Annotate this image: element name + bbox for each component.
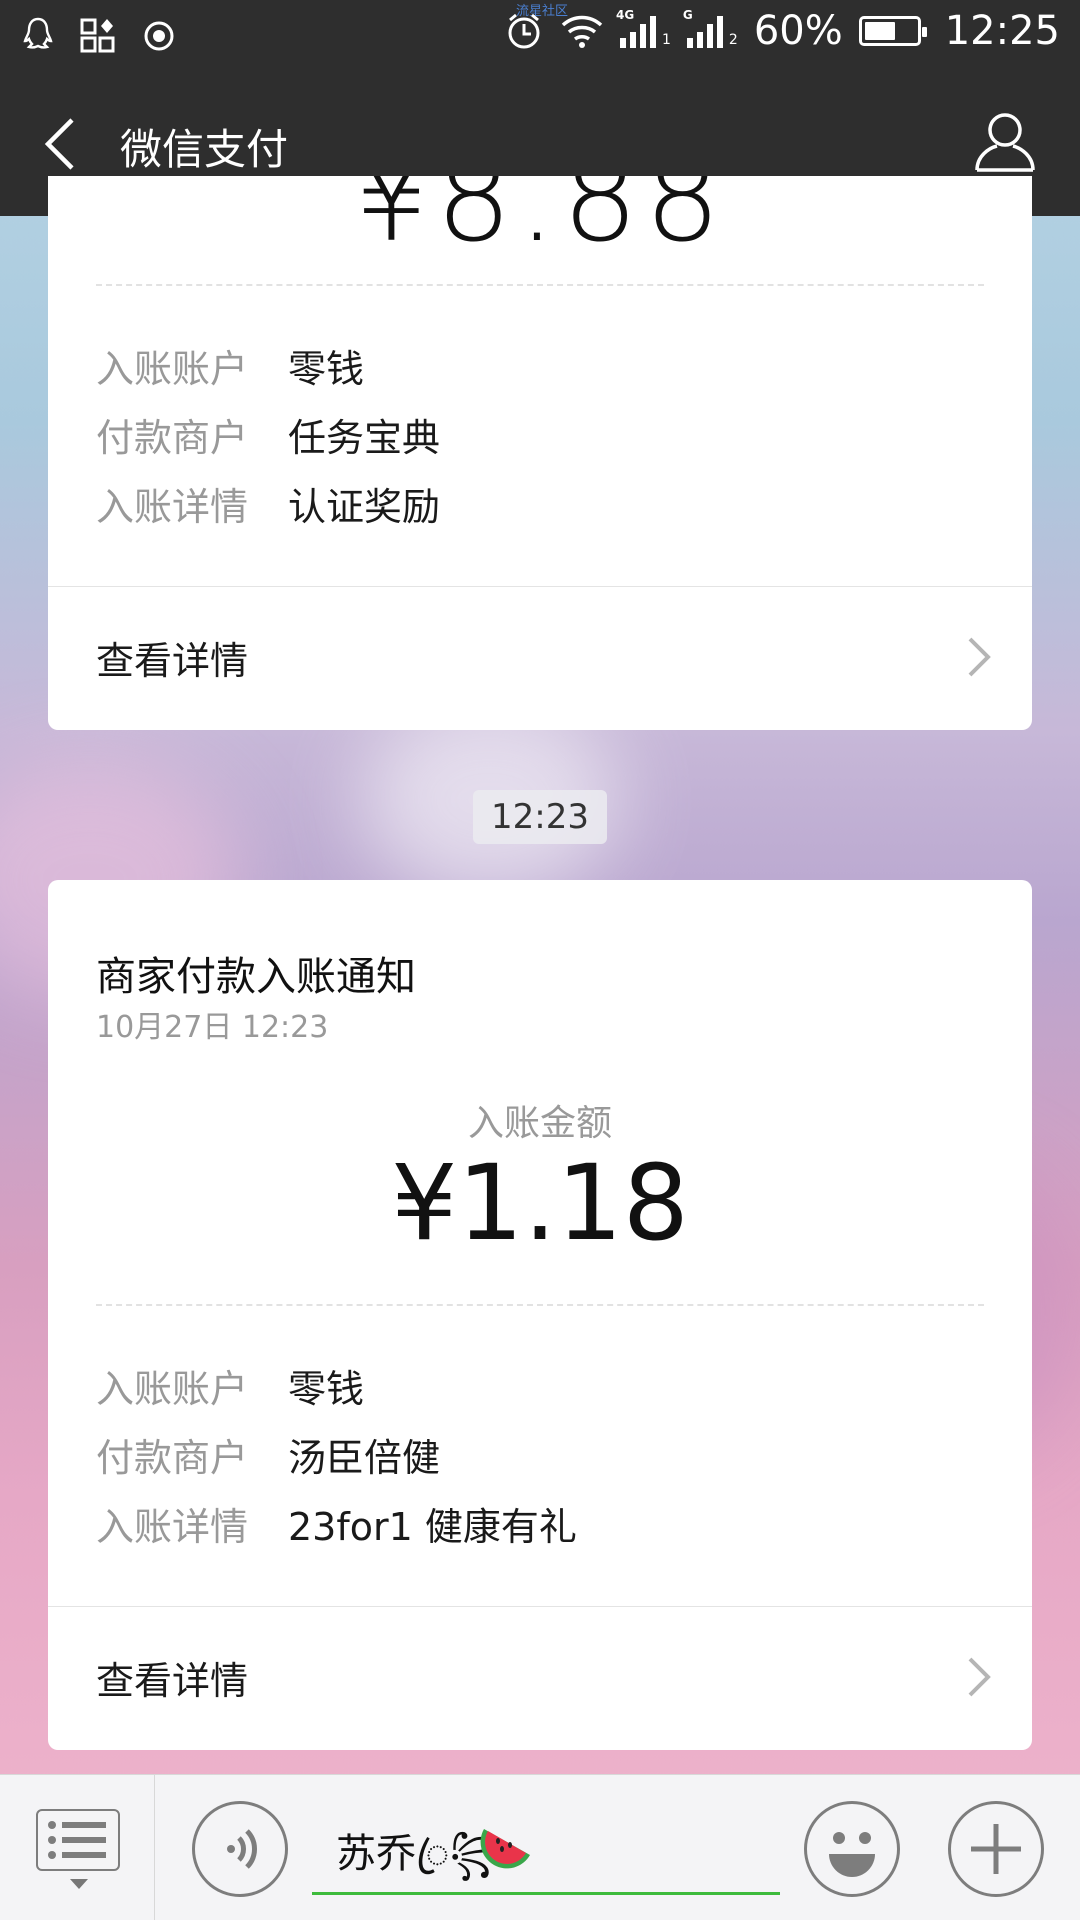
network-type-label: 4G [615,8,635,22]
payment-card: 商家付款入账通知 10月27日 12:23 入账金额 ¥1.18 入账账户 零钱… [48,880,1032,1750]
network-type-label: G [682,8,693,22]
back-arrow-icon[interactable] [38,116,88,172]
info-key: 入账详情 [96,485,249,529]
info-row: 入账账户 零钱 [96,338,364,393]
info-key: 入账账户 [96,1367,249,1411]
info-key: 入账详情 [96,1505,249,1549]
record-notification-icon [144,21,174,51]
profile-icon[interactable] [974,110,1036,174]
sim-index-label: 1 [661,32,671,48]
voice-icon [227,1829,257,1869]
alarm-icon [508,13,540,49]
card-title: 商家付款入账通知 [96,954,416,1000]
menu-toggle-button[interactable] [36,1809,120,1871]
info-key: 付款商户 [96,1436,249,1480]
info-key: 入账账户 [96,347,249,391]
wifi-icon [561,15,603,48]
amount-value: ¥1.18 [391,1142,689,1264]
view-details-link[interactable]: 查看详情 [48,1607,1032,1747]
caret-down-icon [70,1879,88,1889]
info-row: 付款商户 任务宝典 [96,407,440,462]
apps-notification-icon [80,18,115,53]
payment-card-previous: ¥8.88 入账账户 零钱 付款商户 任务宝典 入账详情 认证奖励 查看详情 [48,176,1032,730]
voice-input-button[interactable] [192,1801,288,1897]
amount-label: 入账金额 [467,1103,612,1144]
plus-icon [971,1824,1021,1874]
sim-index-label: 2 [728,32,738,48]
info-value: 23for1 健康有礼 [288,1505,577,1549]
info-row: 入账详情 认证奖励 [96,476,440,531]
chat-input-bar: 苏乔ꦿ꧂ [0,1774,1080,1920]
more-options-button[interactable] [948,1801,1044,1897]
signal-sim1-icon: 4G 1 [616,8,671,48]
info-value: 零钱 [288,1367,365,1411]
info-row: 付款商户 汤臣倍健 [96,1427,440,1482]
amount-cut-off: ¥8.88 [353,176,727,269]
chevron-right-icon [968,637,991,677]
emoji-button[interactable] [804,1801,900,1897]
view-details-link[interactable]: 查看详情 [48,587,1032,727]
clock: 12:25 [944,8,1060,54]
chevron-right-icon [968,1657,991,1697]
battery-percent: 60% [753,8,843,54]
info-row: 入账账户 零钱 [96,1358,364,1413]
info-row: 入账详情 23for1 健康有礼 [96,1496,577,1551]
info-value: 零钱 [288,347,365,391]
battery-icon [858,16,927,46]
info-value: 认证奖励 [288,485,441,529]
view-details-label: 查看详情 [96,638,249,683]
view-details-label: 查看详情 [96,1658,249,1703]
smiley-icon [829,1832,875,1877]
info-value: 汤臣倍健 [288,1436,441,1480]
qq-notification-icon [23,17,53,49]
page-title: 微信支付 [120,125,289,174]
status-bar: 流星社区 4G 1 G 2 60% 12:25 [0,0,1080,72]
message-timestamp: 12:23 [473,790,607,844]
info-value: 任务宝典 [288,416,441,460]
dashed-divider [96,1304,984,1306]
dashed-divider [96,284,984,286]
card-date: 10月27日 12:23 [96,1010,329,1045]
signal-sim2-icon: G 2 [683,8,738,48]
list-menu-icon [48,1821,106,1859]
watermelon-emoji-icon [480,1829,530,1869]
message-input[interactable]: 苏乔ꦿ꧂ [312,1795,780,1895]
divider [154,1775,155,1920]
info-key: 付款商户 [96,416,249,460]
